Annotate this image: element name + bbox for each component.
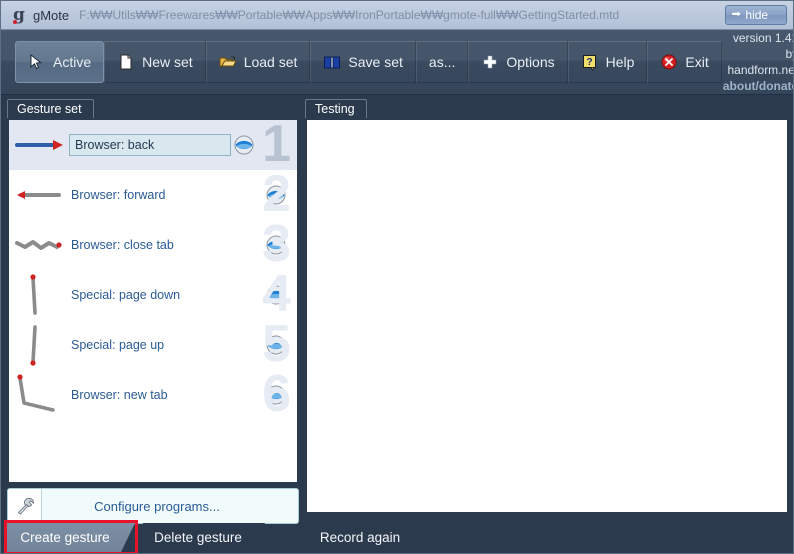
gesture-stroke-thumbnail — [13, 173, 65, 217]
gesture-name-input[interactable] — [69, 134, 231, 156]
help-button[interactable]: ? Help — [567, 41, 648, 83]
gmote-window: g gMote F:₩₩Utils₩₩Freewares₩₩Portable₩₩… — [0, 0, 794, 554]
body-area: Gesture set Browser: back 1 Browser: for… — [1, 95, 794, 553]
delete-gesture-button[interactable]: Delete gesture — [143, 523, 265, 552]
gesture-set-panel: Gesture set Browser: back 1 Browser: for… — [7, 99, 299, 545]
bottom-tab-bar: Create gesture Delete gesture Record aga… — [1, 520, 794, 553]
gesture-index-number: 1 — [262, 118, 291, 173]
exit-button[interactable]: Exit — [647, 41, 722, 83]
tab-gesture-set[interactable]: Gesture set — [7, 99, 94, 118]
gesture-list-item[interactable]: Browser: forward 2 — [9, 165, 297, 223]
about-donate-link[interactable]: about/donate — [722, 78, 793, 94]
question-mark-icon: ? — [581, 53, 599, 71]
globe-icon — [265, 284, 287, 306]
arrow-down-right-icon: ➡ — [731, 9, 741, 20]
globe-icon — [265, 234, 287, 256]
help-button-label: Help — [605, 54, 635, 70]
gesture-stroke-thumbnail — [13, 123, 65, 167]
record-again-button[interactable]: Record again — [305, 523, 427, 552]
options-button-label: Options — [506, 54, 555, 70]
main-toolbar: Active New set Load set Save set as... O… — [1, 30, 794, 95]
new-set-button-label: New set — [142, 54, 193, 70]
gesture-list-item[interactable]: Special: page up 5 — [9, 315, 297, 373]
create-gesture-highlight-box — [4, 520, 138, 553]
load-set-button-label: Load set — [243, 54, 298, 70]
plus-icon — [481, 53, 499, 71]
testing-panel: Testing — [305, 99, 789, 545]
active-button[interactable]: Active — [15, 41, 105, 83]
svg-text:?: ? — [586, 57, 592, 68]
testing-tab-strip: Testing — [305, 99, 789, 118]
hide-button[interactable]: ➡ hide — [725, 5, 787, 25]
gmote-g-logo-icon: g — [13, 5, 25, 25]
red-x-circle-icon — [660, 53, 678, 71]
exit-button-label: Exit — [685, 54, 709, 70]
gesture-stroke-thumbnail — [13, 273, 65, 317]
wrench-icon — [8, 489, 42, 523]
gesture-list-item[interactable]: Browser: new tab 6 — [9, 365, 297, 423]
gesture-list[interactable]: 1 Browser: forward — [7, 118, 299, 484]
hide-button-label: hide — [745, 8, 769, 22]
load-set-button[interactable]: Load set — [205, 41, 311, 83]
gesture-stroke-thumbnail — [13, 323, 65, 367]
gesture-name-label: Browser: close tab — [71, 238, 174, 252]
app-title: gMote — [33, 7, 70, 23]
version-info: version 1.41 by handform.net about/donat… — [722, 30, 794, 95]
title-bar: g gMote F:₩₩Utils₩₩Freewares₩₩Portable₩₩… — [1, 1, 793, 30]
gesture-name-label: Browser: new tab — [71, 388, 168, 402]
save-set-button-label: Save set — [348, 54, 403, 70]
open-folder-icon — [219, 53, 237, 71]
new-set-button[interactable]: New set — [104, 41, 206, 83]
active-button-label: Active — [53, 54, 92, 70]
save-set-button[interactable]: Save set — [310, 41, 416, 83]
new-page-icon — [117, 53, 135, 71]
globe-icon — [265, 184, 287, 206]
gesture-list-item[interactable]: 1 — [9, 120, 297, 173]
gesture-name-label: Browser: forward — [71, 188, 166, 202]
book-icon — [323, 53, 341, 71]
configure-programs-label: Configure programs... — [94, 498, 220, 514]
globe-icon — [265, 334, 287, 356]
tab-testing[interactable]: Testing — [305, 99, 367, 118]
cursor-arrow-icon — [28, 53, 46, 71]
file-path-label: F:₩₩Utils₩₩Freewares₩₩Portable₩₩Apps₩₩Ir… — [79, 8, 620, 22]
testing-canvas[interactable] — [305, 118, 789, 514]
options-button[interactable]: Options — [468, 41, 568, 83]
gesture-set-tab-strip: Gesture set — [7, 99, 299, 118]
version-label: version 1.41 by handform.net — [727, 30, 794, 77]
save-set-as-button-label: as... — [428, 54, 456, 70]
gesture-name-label: Special: page up — [71, 338, 165, 352]
gesture-name-label: Special: page down — [71, 288, 181, 302]
gesture-list-item[interactable]: Browser: close tab 3 — [9, 215, 297, 273]
gesture-list-item[interactable]: Special: page down 4 — [9, 265, 297, 323]
globe-icon — [265, 384, 287, 406]
globe-icon — [233, 134, 255, 156]
save-set-as-button[interactable]: as... — [415, 41, 469, 83]
gesture-stroke-thumbnail — [13, 223, 65, 267]
gesture-stroke-thumbnail — [13, 373, 65, 417]
configure-programs-button[interactable]: Configure programs... — [7, 488, 299, 524]
